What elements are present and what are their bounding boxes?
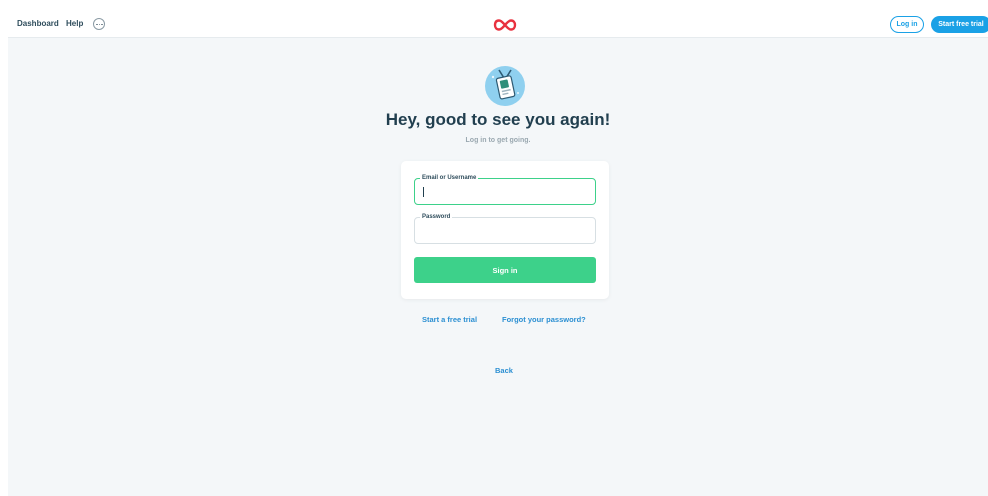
infinity-logo-icon[interactable] xyxy=(493,18,517,32)
more-options-icon[interactable] xyxy=(93,18,105,30)
password-field-label: Password xyxy=(420,214,453,220)
start-free-trial-link[interactable]: Start a free trial xyxy=(422,315,477,324)
nav-help-link[interactable]: Help xyxy=(66,19,83,28)
back-link[interactable]: Back xyxy=(495,366,513,375)
email-field-label: Email or Username xyxy=(420,175,479,181)
password-input[interactable] xyxy=(421,225,589,237)
id-badge-icon xyxy=(485,66,525,106)
nav-dashboard-link[interactable]: Dashboard xyxy=(17,19,59,28)
login-button[interactable]: Log in xyxy=(890,16,924,33)
sign-in-button[interactable]: Sign in xyxy=(414,257,596,283)
email-field[interactable]: Email or Username xyxy=(414,175,596,205)
forgot-password-link[interactable]: Forgot your password? xyxy=(502,315,586,324)
start-free-trial-button[interactable]: Start free trial xyxy=(931,16,988,33)
page-background: Dashboard Help Log in Start free trial H… xyxy=(8,12,988,496)
password-field[interactable]: Password xyxy=(414,214,596,244)
top-navigation-bar: Dashboard Help Log in Start free trial xyxy=(8,12,988,38)
page-title: Hey, good to see you again! xyxy=(385,110,611,129)
email-input[interactable] xyxy=(421,186,589,198)
page-subtitle: Log in to get going. xyxy=(465,137,531,144)
login-card: Email or Username Password Sign in xyxy=(401,161,609,299)
